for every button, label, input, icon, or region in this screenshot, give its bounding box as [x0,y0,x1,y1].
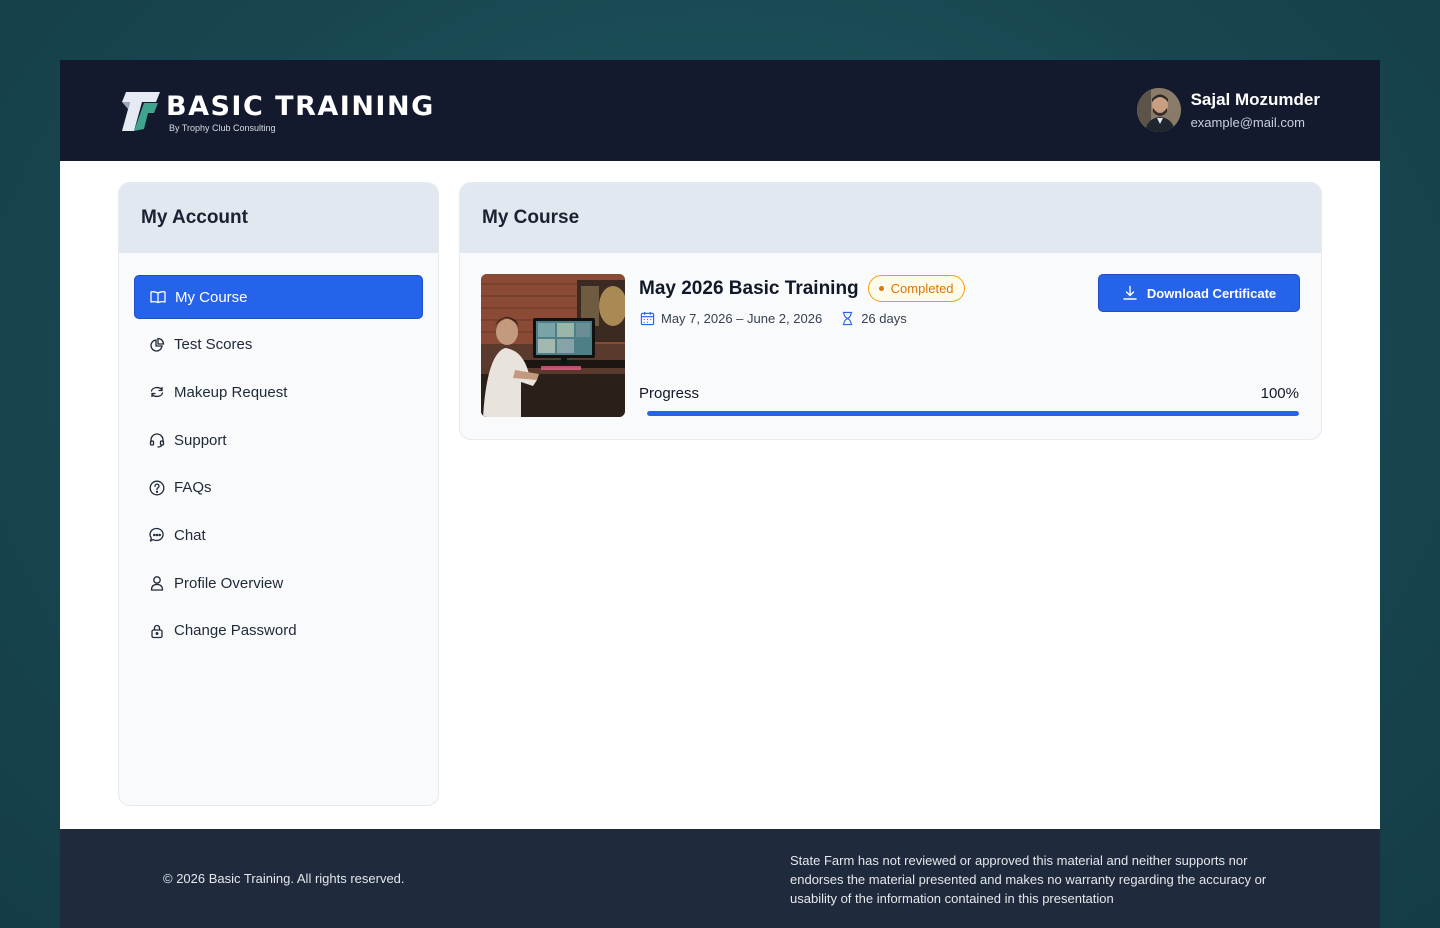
sidebar-item-label: Profile Overview [174,574,284,592]
progress-label: Progress [639,385,700,402]
sidebar-item-chat[interactable]: Chat [134,513,423,557]
course-meta: May 7, 2026 – June 2, 2026 26 days [640,311,907,326]
course-duration: 26 days [861,311,907,326]
chat-bubble-icon [149,528,164,543]
sidebar-item-label: FAQs [174,479,212,497]
page-footer: © 2026 Basic Training. All rights reserv… [60,829,1380,928]
download-certificate-label: Download Certificate [1146,285,1277,301]
download-certificate-button[interactable]: Download Certificate [1098,274,1300,312]
chart-pie-icon [150,337,165,352]
download-icon [1123,285,1137,300]
sidebar-title: My Account [119,183,438,253]
course-title-row: May 2026 Basic Training Completed [639,275,965,302]
sidebar-item-label: Makeup Request [174,383,288,401]
lock-icon [151,624,163,638]
sidebar-item-label: Change Password [174,622,297,640]
user-name: Sajal Mozumder [1190,90,1320,109]
user-icon [150,576,164,591]
sidebar-nav: My Course Test Scores Makeup Request Sup… [119,253,438,653]
disclaimer-text: State Farm has not reviewed or approved … [790,853,1267,906]
main-title: My Course [460,183,1321,253]
brand-logo-icon [122,92,160,131]
app-frame: BASIC TRAINING By Trophy Club Consulting… [60,60,1380,928]
sidebar-item-makeup-request[interactable]: Makeup Request [134,370,423,414]
headset-icon [149,433,165,448]
status-dot [878,286,884,291]
brand-subtitle: By Trophy Club Consulting [169,123,276,133]
sidebar-item-my-course[interactable]: My Course [134,275,423,319]
sidebar-item-faqs[interactable]: FAQs [134,466,423,510]
progress-bar [647,411,1299,416]
brand-title: BASIC TRAINING [166,91,435,122]
user-email: example@mail.com [1190,115,1305,130]
course-name: May 2026 Basic Training [639,277,859,299]
calendar-icon [640,311,655,326]
book-open-icon [150,291,166,304]
course-dates: May 7, 2026 – June 2, 2026 [661,311,823,326]
my-course-panel: My Course May 2026 Basic Training Comple… [459,182,1322,440]
course-card: May 2026 Basic Training Completed May 7,… [460,253,1321,439]
refresh-icon [150,387,164,398]
sidebar-item-label: Test Scores [174,336,253,354]
course-thumbnail[interactable] [481,274,625,417]
progress-value: 100% [1260,385,1299,402]
sidebar-item-support[interactable]: Support [134,418,423,462]
avatar[interactable] [1136,88,1181,132]
question-circle-icon [149,480,165,496]
sidebar-item-label: Support [174,431,227,449]
sidebar-item-label: Chat [174,526,206,544]
top-header: BASIC TRAINING By Trophy Club Consulting… [60,60,1380,161]
sidebar-item-label: My Course [175,288,248,306]
copyright-text: © 2026 Basic Training. All rights reserv… [163,871,405,886]
brand-logo[interactable]: BASIC TRAINING By Trophy Club Consulting [120,89,435,133]
account-sidebar: My Account My Course Test Scores Makeup … [118,182,439,806]
sidebar-item-change-password[interactable]: Change Password [134,609,423,653]
user-menu[interactable]: Sajal Mozumder example@mail.com [1136,88,1320,132]
sidebar-item-test-scores[interactable]: Test Scores [134,323,423,367]
progress-bar-fill [647,411,1299,416]
status-text: Completed [890,281,954,296]
status-badge: Completed [867,275,965,302]
sidebar-item-profile-overview[interactable]: Profile Overview [134,561,423,605]
hourglass-icon [843,311,853,326]
